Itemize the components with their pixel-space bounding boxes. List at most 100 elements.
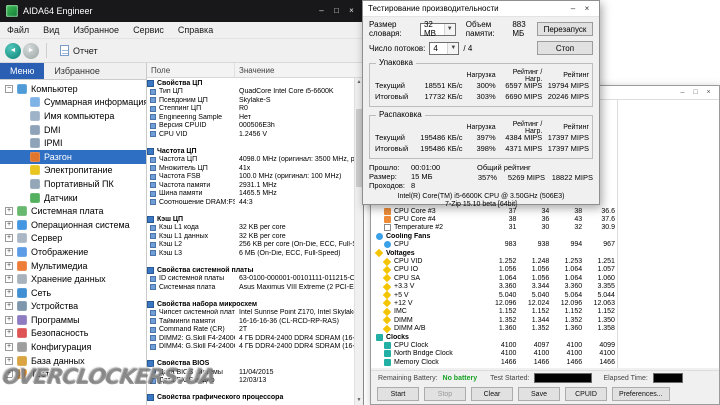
column-header-field[interactable]: Поле (147, 63, 235, 77)
report-row[interactable]: Тип ЦП QuadCore Intel Core i5-6600K (147, 88, 363, 97)
sidebar-item-computer[interactable]: − Компьютер (0, 82, 146, 96)
sensor-row--12-v[interactable]: +12 V 12.096 12.024 12.096 12.063 (375, 299, 615, 308)
forward-icon[interactable]: ► (23, 42, 39, 59)
tree-expand-toggle[interactable]: + (5, 288, 13, 297)
sensor-row-cpu[interactable]: CPU 983 938 994 967 (375, 241, 615, 249)
cpuid-button[interactable]: CPUID (565, 387, 607, 401)
report-row[interactable]: DIMM4: G.Skill F4-2400C16-4GNT 4 ГБ DDR4-… (147, 343, 363, 352)
stability-close-icon[interactable]: × (702, 89, 715, 96)
sidebar-item-software[interactable]: + Программы (0, 313, 146, 327)
sensor-row-cpu-sa[interactable]: CPU SA 1.064 1.056 1.064 1.060 (375, 274, 615, 283)
report-row[interactable]: Частота памяти 2931.1 MHz (147, 181, 363, 190)
maximize-icon[interactable]: □ (329, 0, 344, 22)
sensor-row-cpu-core-4[interactable]: CPU Core #4 38 36 43 37.6 (375, 215, 615, 224)
report-row[interactable]: Версия CPUID 000506E3h (147, 122, 363, 131)
tree-expand-toggle[interactable]: + (5, 261, 13, 270)
threads-select[interactable]: 4 ▼ (429, 41, 460, 55)
menu-item-1[interactable]: Вид (36, 25, 66, 35)
close-icon[interactable]: × (344, 0, 359, 22)
menu-item-0[interactable]: Файл (0, 25, 36, 35)
sidebar-item-power[interactable]: Электропитание (0, 164, 146, 178)
report-row[interactable]: Тайминги памяти 16-16-16-36 (CL-RCD-RP-RA… (147, 317, 363, 326)
sensor-row-cpu-io[interactable]: CPU IO 1.056 1.056 1.064 1.057 (375, 265, 615, 275)
sidebar-item-server[interactable]: + Сервер (0, 232, 146, 246)
sensor-row-cpu-core-3[interactable]: CPU Core #3 37 34 38 36.6 (375, 207, 615, 215)
report-row[interactable]: Кэш L1 кода 32 KB per core (147, 224, 363, 233)
report-row[interactable]: Дата BIOS системы 11/04/2015 (147, 368, 363, 377)
sidebar-tab-1[interactable]: Избранное (44, 63, 110, 79)
report-row[interactable]: Соотношение DRAM:FSB 44:3 (147, 198, 363, 207)
sensor-row--5-v[interactable]: +5 V 5.040 5.040 5.064 5.044 (375, 290, 615, 300)
report-row[interactable]: CPU VID 1.2456 V (147, 130, 363, 139)
report-button[interactable]: Отчет (54, 42, 104, 59)
tree-expand-toggle[interactable]: + (5, 247, 13, 256)
report-row[interactable]: Частота ЦП 4098.0 MHz (оригинал: 3500 MHz… (147, 156, 363, 165)
report-row[interactable]: Множитель ЦП 41x (147, 164, 363, 173)
report-row[interactable]: Command Rate (CR) 2T (147, 326, 363, 335)
menu-item-2[interactable]: Избранное (66, 25, 126, 35)
tree-expand-toggle[interactable]: + (5, 275, 13, 284)
dictionary-select[interactable]: 32 MB ▼ (419, 20, 456, 38)
tree-expand-toggle[interactable]: + (5, 343, 13, 352)
sidebar-item-storage[interactable]: + Хранение данных (0, 272, 146, 286)
sidebar-item-computer-name[interactable]: Имя компьютера (0, 109, 146, 123)
sidebar-item-motherboard[interactable]: + Системная плата (0, 204, 146, 218)
sensor-row-dimm-a-b[interactable]: DIMM A/B 1.360 1.352 1.360 1.358 (375, 324, 615, 333)
report-row[interactable]: Степпинг ЦП R0 (147, 105, 363, 114)
report-row[interactable]: ID системной платы 63-0100-000001-0010111… (147, 275, 363, 284)
sidebar-item-multimedia[interactable]: + Мультимедиа (0, 259, 146, 273)
menu-item-4[interactable]: Справка (171, 25, 220, 35)
tree-expand-toggle[interactable]: − (5, 84, 13, 93)
sensor-row-dimm[interactable]: DIMM 1.352 1.344 1.352 1.350 (375, 316, 615, 325)
sensor-row-memory-clock[interactable]: Memory Clock 1466 1466 1466 1466 (375, 358, 615, 366)
tree-expand-toggle[interactable]: + (5, 370, 13, 379)
save-button[interactable]: Save (518, 387, 560, 401)
sidebar-item-network[interactable]: + Сеть (0, 286, 146, 300)
tree-expand-toggle[interactable]: + (5, 302, 13, 311)
scroll-up-icon[interactable]: ▲ (357, 78, 362, 87)
back-icon[interactable]: ◄ (5, 42, 21, 59)
clear-button[interactable]: Clear (471, 387, 513, 401)
report-row[interactable]: Псевдоним ЦП Skylake-S (147, 96, 363, 105)
sidebar-item-devices[interactable]: + Устройства (0, 300, 146, 314)
report-row[interactable]: Частота FSB 100.0 MHz (оригинал: 100 MHz) (147, 173, 363, 182)
report-row[interactable]: Кэш L3 6 МБ (On-Die, ECC, Full-Speed) (147, 249, 363, 258)
tree-expand-toggle[interactable]: + (5, 329, 13, 338)
sidebar-item-overclock[interactable]: Разгон (0, 149, 146, 164)
sensor-row-temperature-2[interactable]: Temperature #2 31 30 32 30.9 (375, 224, 615, 232)
report-row[interactable]: Кэш L2 256 KB per core (On-Die, ECC, Full… (147, 241, 363, 250)
sensor-row-cpu-vid[interactable]: CPU VID 1.252 1.248 1.253 1.251 (375, 257, 615, 266)
start-button[interactable]: Start (377, 387, 419, 401)
restart-button[interactable]: Перезапуск (537, 22, 593, 36)
sidebar-item-dmi[interactable]: DMI (0, 123, 146, 137)
tree-expand-toggle[interactable]: + (5, 234, 13, 243)
benchmark-minimize-icon[interactable]: – (566, 4, 580, 13)
sensor-row-imc[interactable]: IMC 1.152 1.152 1.152 1.152 (375, 307, 615, 317)
report-row[interactable]: Дата BIOS видео 12/03/13 (147, 377, 363, 386)
preferences-button[interactable]: Preferences... (612, 387, 670, 401)
sidebar-item-summary[interactable]: Суммарная информация (0, 96, 146, 110)
sidebar-item-security[interactable]: + Безопасность (0, 327, 146, 341)
menu-item-3[interactable]: Сервис (126, 25, 171, 35)
sidebar-item-benchmark[interactable]: + Тест (0, 367, 146, 381)
report-row[interactable]: Кэш L1 данных 32 KB per core (147, 232, 363, 241)
scroll-down-icon[interactable]: ▼ (357, 396, 362, 405)
stability-minimize-icon[interactable]: – (676, 89, 689, 96)
sensor-row--3-3-v[interactable]: +3.3 V 3.360 3.344 3.360 3.355 (375, 282, 615, 291)
sidebar-tab-0[interactable]: Меню (0, 63, 45, 79)
tree-expand-toggle[interactable]: + (5, 220, 13, 229)
tree-expand-toggle[interactable]: + (5, 207, 13, 216)
report-row[interactable]: Engineering Sample Нет (147, 113, 363, 122)
sidebar-item-laptop[interactable]: Портативный ПК (0, 177, 146, 191)
report-row[interactable]: Системная плата Asus Maximus VIII Extreme… (147, 283, 363, 292)
sidebar-item-database[interactable]: + База данных (0, 354, 146, 368)
report-row[interactable]: Чипсет системной платы Intel Sunrise Poin… (147, 309, 363, 318)
report-row[interactable]: DIMM2: G.Skill F4-2400C16-4GNT 4 ГБ DDR4-… (147, 334, 363, 343)
minimize-icon[interactable]: – (314, 0, 329, 22)
stop-benchmark-button[interactable]: Стоп (537, 41, 593, 55)
sidebar-item-config[interactable]: + Конфигурация (0, 340, 146, 354)
benchmark-close-icon[interactable]: × (580, 4, 594, 13)
tree-expand-toggle[interactable]: + (5, 315, 13, 324)
stop-button[interactable]: Stop (424, 387, 466, 401)
sidebar-item-display[interactable]: + Отображение (0, 245, 146, 259)
